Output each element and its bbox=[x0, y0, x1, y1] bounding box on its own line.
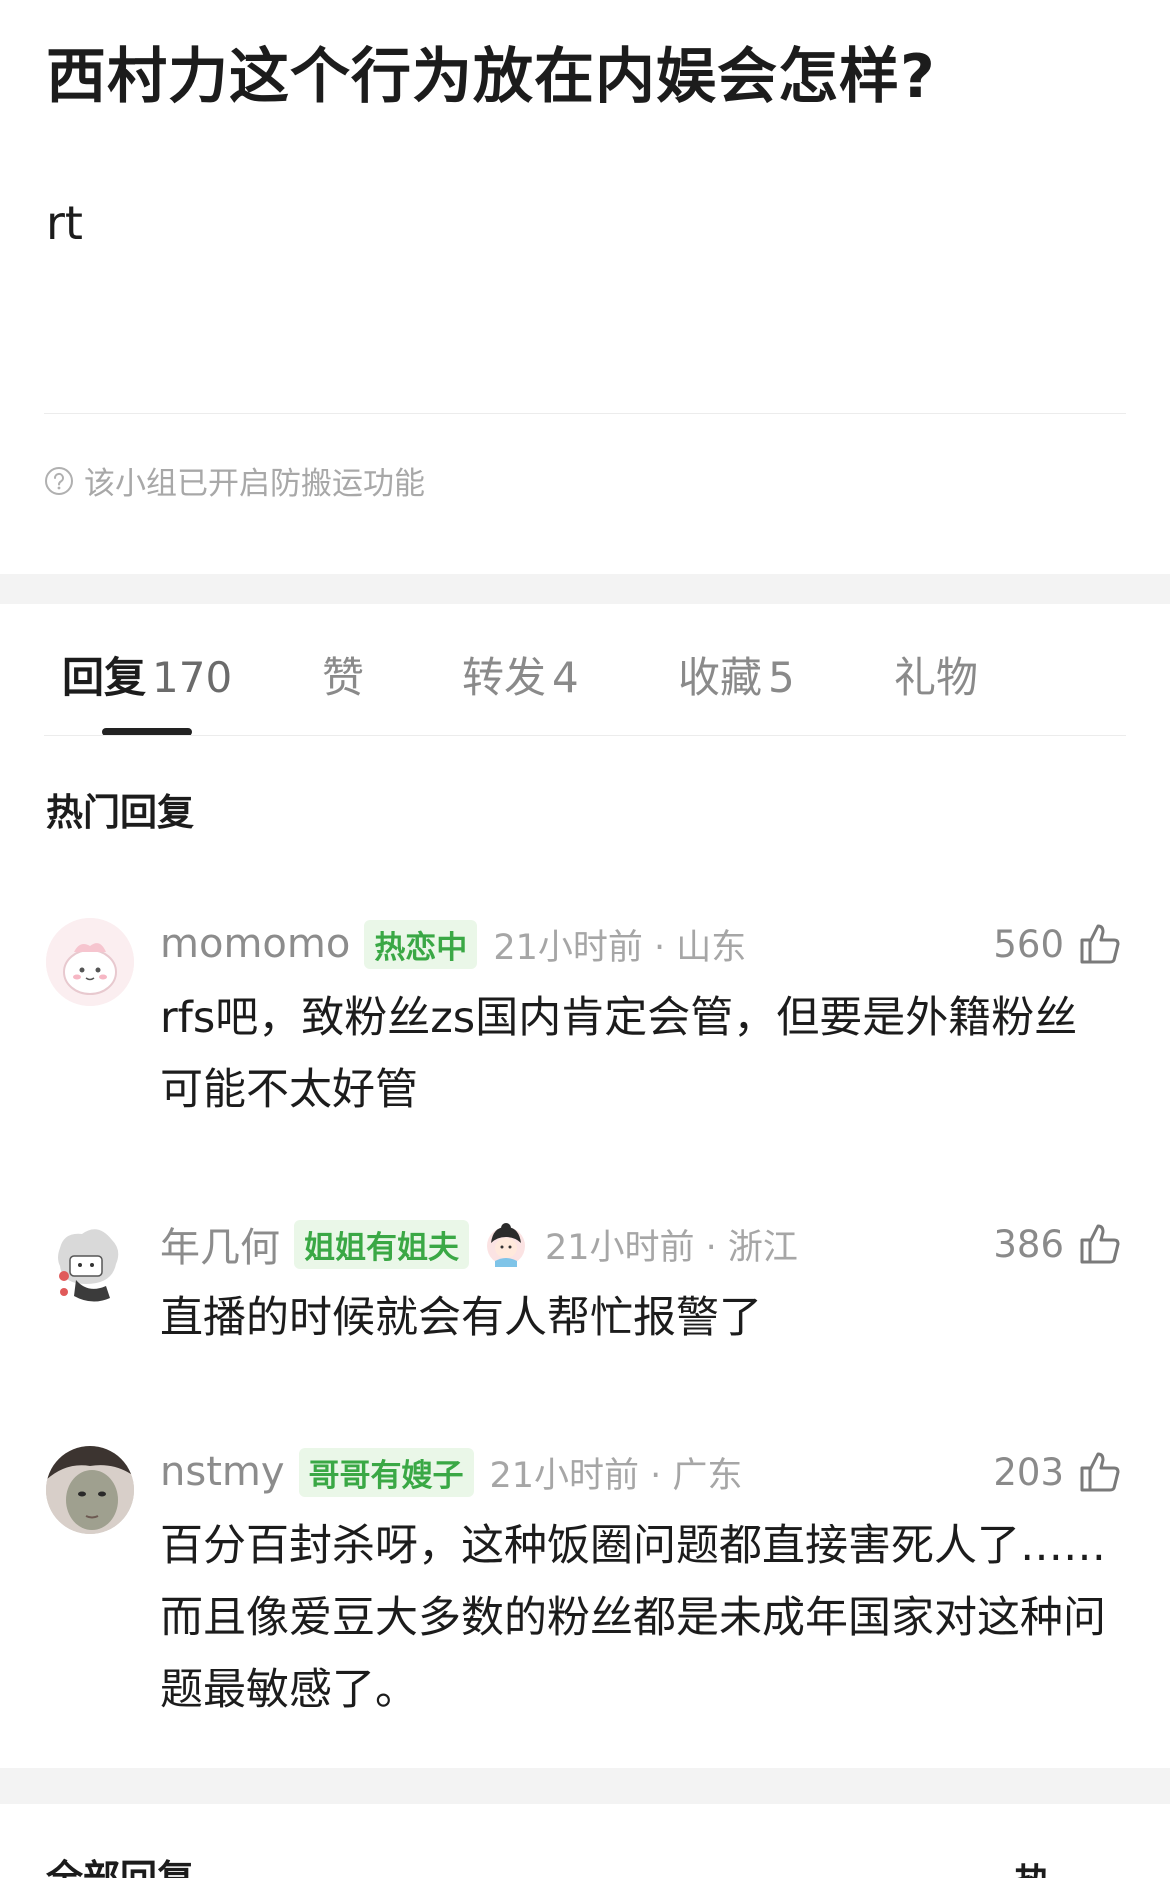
tab-count: 170 bbox=[152, 653, 233, 702]
timestamp-location: 21小时前 · 广东 bbox=[489, 1455, 743, 1496]
timestamp-location: 21小时前 · 山东 bbox=[493, 927, 747, 968]
tab-bar: 回复 170 赞 转发 4 收藏 5 礼物 bbox=[0, 604, 1170, 736]
comment-text: rfs吧，致粉丝zs国内肯定会管，但要是外籍粉丝可能不太好管 bbox=[160, 993, 1078, 1115]
comment-text: 直播的时候就会有人帮忙报警了 bbox=[160, 1293, 762, 1343]
group-badge: 热恋中 bbox=[364, 919, 478, 969]
username[interactable]: nstmy bbox=[160, 1449, 285, 1495]
avatar-image bbox=[46, 918, 134, 1006]
like-button[interactable]: 560 bbox=[993, 914, 1124, 974]
username[interactable]: 年几何 bbox=[160, 1215, 280, 1273]
timestamp-location: 21小时前 · 浙江 bbox=[545, 1227, 798, 1268]
thumbs-up-icon bbox=[1080, 924, 1120, 964]
question-circle-icon bbox=[45, 466, 73, 495]
post-title: 西村力这个行为放在内娱会怎样? bbox=[46, 42, 936, 112]
section-gap bbox=[0, 574, 1170, 604]
username[interactable]: momomo bbox=[160, 921, 350, 967]
like-count: 203 bbox=[993, 1450, 1064, 1494]
group-badge: 哥哥有嫂子 bbox=[298, 1447, 474, 1497]
like-count: 560 bbox=[993, 922, 1064, 966]
tab-favorites[interactable]: 收藏 5 bbox=[678, 644, 795, 705]
thumbs-up-icon bbox=[1080, 1452, 1120, 1492]
group-badge: 姐姐有姐夫 bbox=[294, 1219, 469, 1269]
like-button[interactable]: 203 bbox=[993, 1442, 1124, 1502]
tab-replies[interactable]: 回复 170 bbox=[62, 644, 232, 705]
avatar-image bbox=[46, 1218, 134, 1306]
sort-toggle[interactable]: 热 bbox=[1014, 1852, 1051, 1878]
post-body: rt bbox=[46, 196, 83, 250]
tab-reposts[interactable]: 转发 4 bbox=[462, 644, 579, 705]
tab-label: 礼物 bbox=[894, 653, 979, 702]
comment-meta: 年几何 姐姐有姐夫 21小时前 · 浙江 bbox=[160, 1214, 798, 1274]
comment-meta: momomo 热恋中 21小时前 · 山东 bbox=[160, 914, 746, 974]
tab-label: 回复 bbox=[62, 653, 147, 702]
tab-label: 转发 bbox=[462, 653, 547, 702]
divider bbox=[44, 413, 1126, 414]
comment-item: momomo 热恋中 21小时前 · 山东 560 rfs吧，致粉丝zs国内肯定… bbox=[0, 914, 1170, 1115]
decoration-avatar-icon bbox=[487, 1223, 525, 1267]
comment-text: 百分百封杀呀，这种饭圈问题都直接害死人了……而且像爱豆大多数的粉丝都是未成年国家… bbox=[160, 1521, 1106, 1715]
like-count: 386 bbox=[993, 1222, 1064, 1266]
tab-label: 赞 bbox=[322, 653, 365, 702]
avatar[interactable] bbox=[46, 1218, 134, 1306]
comment-meta: nstmy 哥哥有嫂子 21小时前 · 广东 bbox=[160, 1442, 742, 1502]
tab-label: 收藏 bbox=[678, 653, 763, 702]
anti-repost-notice[interactable]: 该小组已开启防搬运功能 bbox=[44, 458, 425, 503]
all-replies-heading: 全部回复 bbox=[46, 1848, 194, 1878]
tab-count: 5 bbox=[768, 653, 795, 702]
avatar[interactable] bbox=[46, 1446, 134, 1534]
comment-item: nstmy 哥哥有嫂子 21小时前 · 广东 203 百分百封杀呀，这种饭圈问题… bbox=[0, 1442, 1170, 1722]
hot-replies-heading: 热门回复 bbox=[46, 791, 194, 834]
avatar[interactable] bbox=[46, 918, 134, 1006]
avatar-image bbox=[46, 1446, 134, 1534]
tab-count: 4 bbox=[552, 653, 579, 702]
tab-likes[interactable]: 赞 bbox=[322, 644, 364, 705]
comment-item: 年几何 姐姐有姐夫 21小时前 · 浙江 386 直播的时候就会有人帮忙报警了 bbox=[0, 1214, 1170, 1354]
divider bbox=[44, 735, 1126, 736]
post-header: 西村力这个行为放在内娱会怎样? rt 该小组已开启防搬运功能 bbox=[0, 0, 1170, 574]
section-gap bbox=[0, 1768, 1170, 1804]
like-button[interactable]: 386 bbox=[993, 1214, 1124, 1274]
tab-gifts[interactable]: 礼物 bbox=[894, 644, 978, 705]
thumbs-up-icon bbox=[1080, 1224, 1120, 1264]
notice-text: 该小组已开启防搬运功能 bbox=[84, 466, 425, 502]
